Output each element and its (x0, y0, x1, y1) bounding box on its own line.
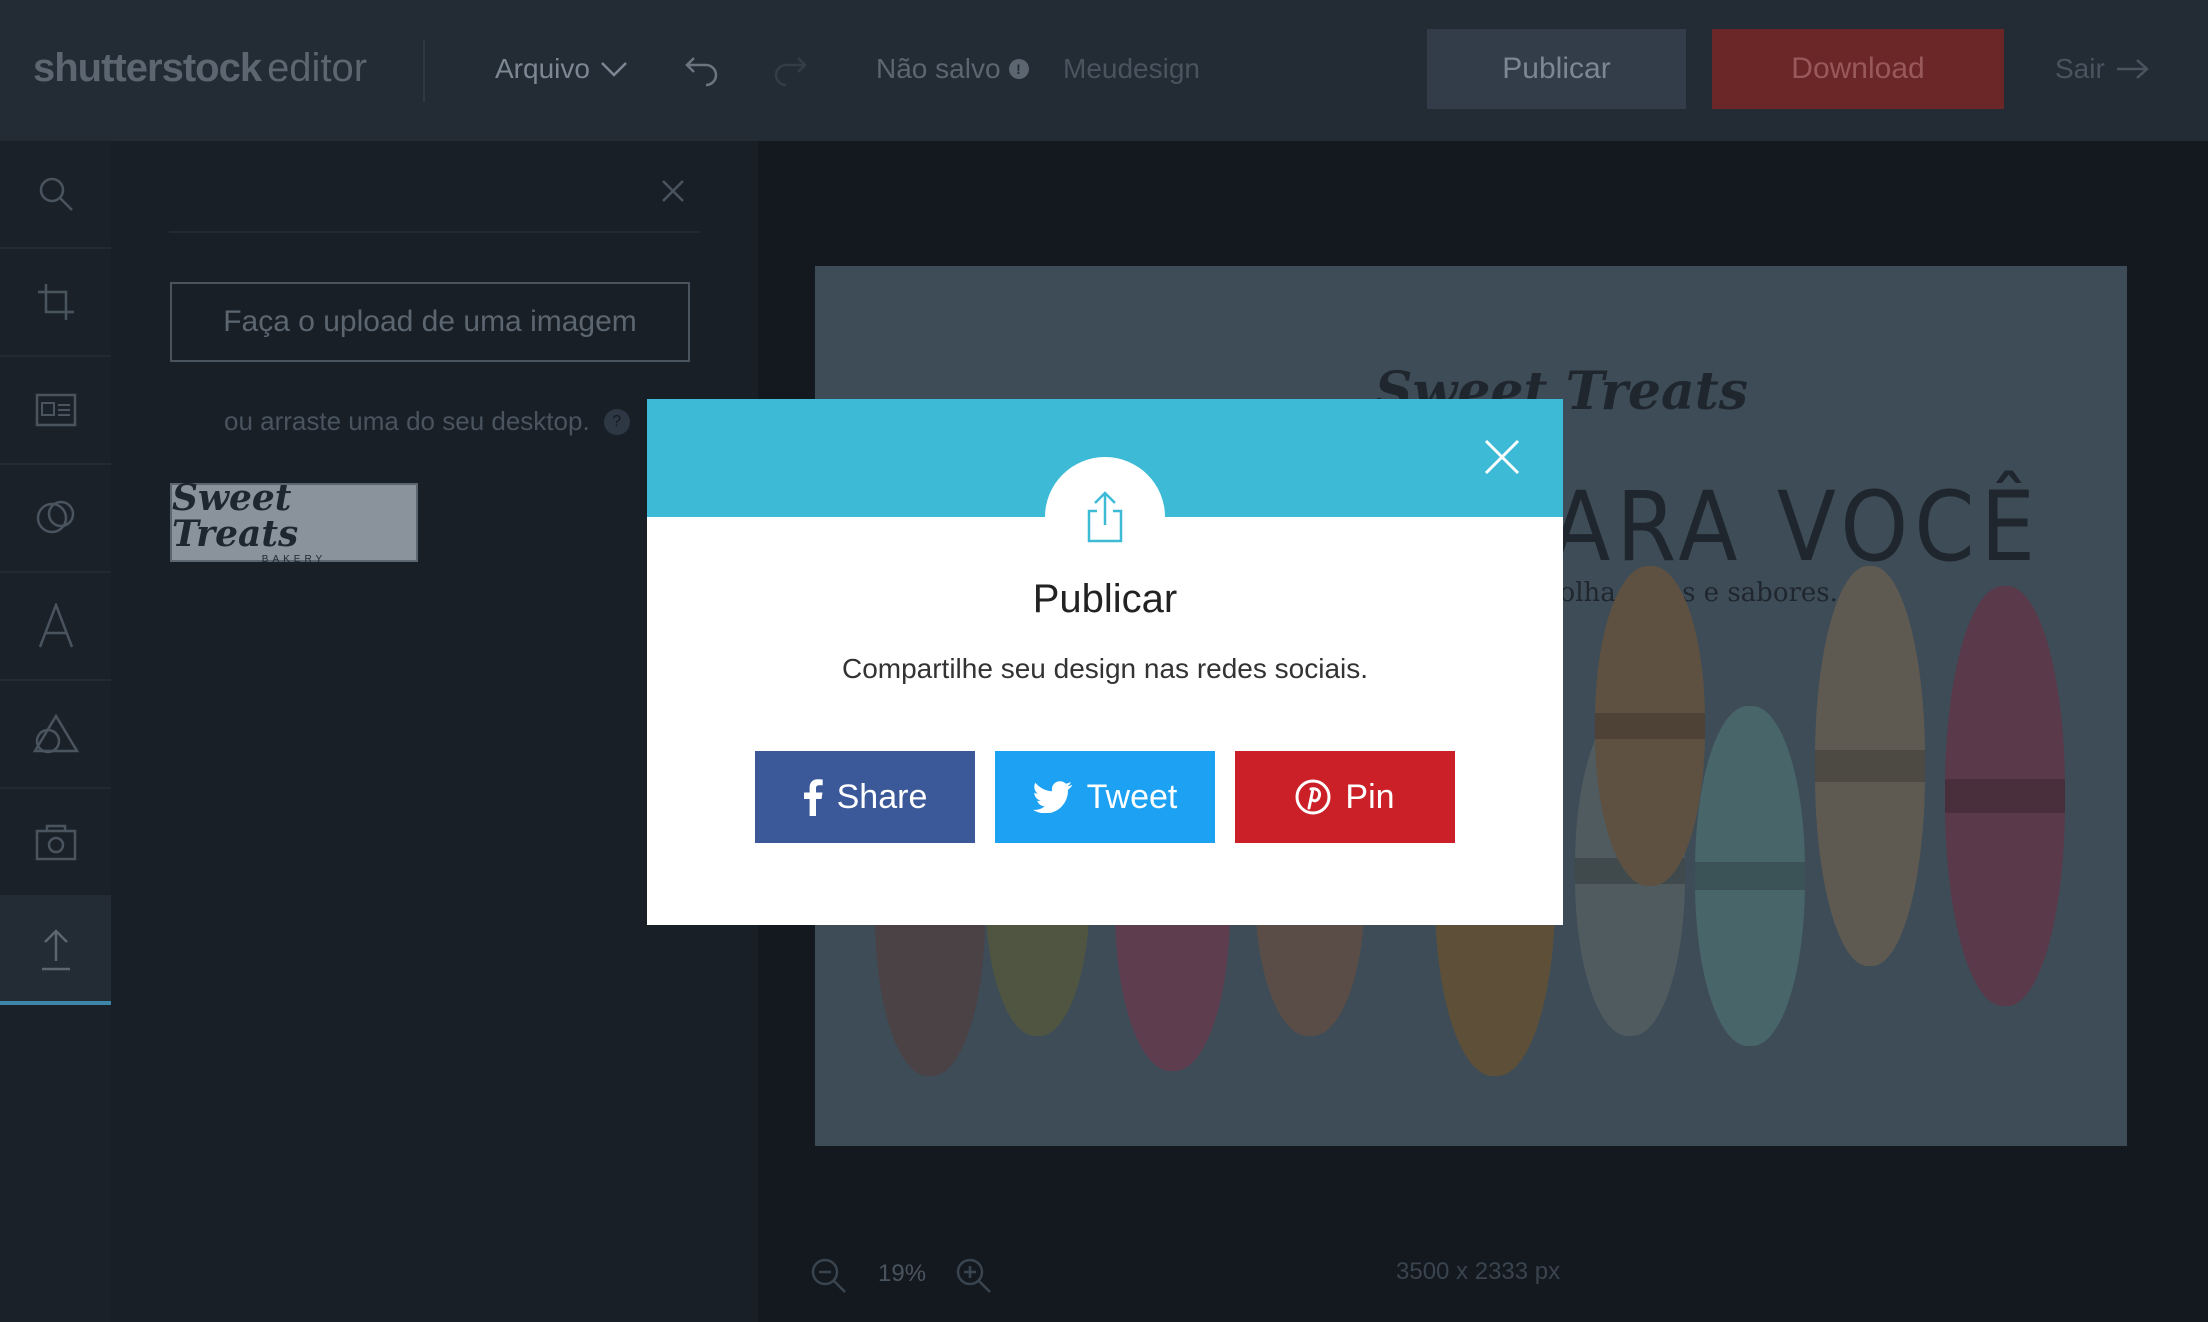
header-divider (423, 40, 425, 102)
macaron-image (1815, 566, 1925, 966)
chevron-down-icon (601, 62, 627, 77)
exit-button[interactable]: Sair (2055, 53, 2151, 85)
search-icon (39, 177, 73, 211)
top-bar: shutterstock editor Arquivo Não salvo ! M… (0, 0, 2208, 141)
facebook-share-button[interactable]: Share (755, 751, 975, 843)
publish-modal: Publicar Compartilhe seu design nas rede… (647, 399, 1563, 925)
crop-icon (37, 284, 74, 320)
close-icon[interactable] (651, 169, 695, 213)
tool-text[interactable] (0, 573, 111, 681)
facebook-icon (803, 779, 823, 816)
upload-image-button[interactable]: Faça o upload de uma imagem (170, 282, 690, 362)
drag-hint: ou arraste uma do seu desktop. ? (224, 406, 630, 437)
design-name[interactable]: Meudesign (1063, 53, 1200, 85)
thumb-logo-script: Sweet Treats (172, 477, 299, 555)
tool-layout[interactable] (0, 357, 111, 465)
modal-icon-badge (1045, 457, 1165, 577)
redo-icon[interactable] (770, 50, 810, 90)
info-icon[interactable]: ! (1008, 59, 1029, 79)
macaron-image (1695, 706, 1805, 1046)
modal-title: Publicar (1032, 577, 1178, 621)
exit-label: Sair (2055, 53, 2105, 84)
pinterest-icon (1295, 779, 1331, 815)
publish-button[interactable]: Publicar (1427, 29, 1686, 109)
shapes-icon (32, 713, 79, 754)
tool-search[interactable] (0, 141, 111, 249)
canvas-dimensions: 3500 x 2333 px (1396, 1258, 1561, 1285)
macaron-image (1595, 566, 1705, 886)
zoom-out-icon[interactable] (808, 1255, 848, 1295)
tool-color[interactable] (0, 465, 111, 573)
download-button[interactable]: Download (1712, 29, 2004, 109)
artboard-subline[interactable]: colha cores e sabores. (1545, 578, 1838, 608)
macaron-image (1945, 586, 2065, 1006)
tool-background[interactable] (0, 789, 111, 897)
close-icon[interactable] (1482, 437, 1522, 477)
share-icon (1087, 491, 1123, 543)
tool-crop[interactable] (0, 249, 111, 357)
save-status: Não salvo ! (876, 53, 1029, 85)
text-icon (38, 603, 73, 648)
zoom-in-icon[interactable] (953, 1255, 993, 1295)
file-menu[interactable]: Arquivo (495, 53, 628, 85)
panel-divider (169, 231, 699, 233)
layout-icon (35, 393, 76, 427)
tool-sidebar (0, 141, 111, 1322)
twitter-tweet-button[interactable]: Tweet (995, 751, 1215, 843)
modal-description: Compartilhe seu design nas redes sociais… (841, 653, 1369, 684)
tool-upload[interactable] (0, 897, 111, 1005)
thumb-logo-sub: BAKERY (261, 554, 327, 565)
twitter-icon (1032, 781, 1072, 813)
tool-shapes[interactable] (0, 681, 111, 789)
file-menu-label: Arquivo (495, 53, 590, 84)
help-icon[interactable]: ? (603, 408, 630, 435)
upload-icon (41, 929, 70, 971)
background-icon (35, 824, 76, 861)
arrow-right-icon (2116, 59, 2149, 79)
pinterest-pin-button[interactable]: Pin (1235, 751, 1455, 843)
undo-icon[interactable] (682, 50, 722, 90)
uploaded-image-thumbnail[interactable]: Sweet Treats BAKERY (170, 477, 418, 565)
color-icon (36, 500, 74, 534)
app-logo: shutterstock editor (33, 46, 368, 90)
zoom-level: 19% (878, 1260, 927, 1287)
